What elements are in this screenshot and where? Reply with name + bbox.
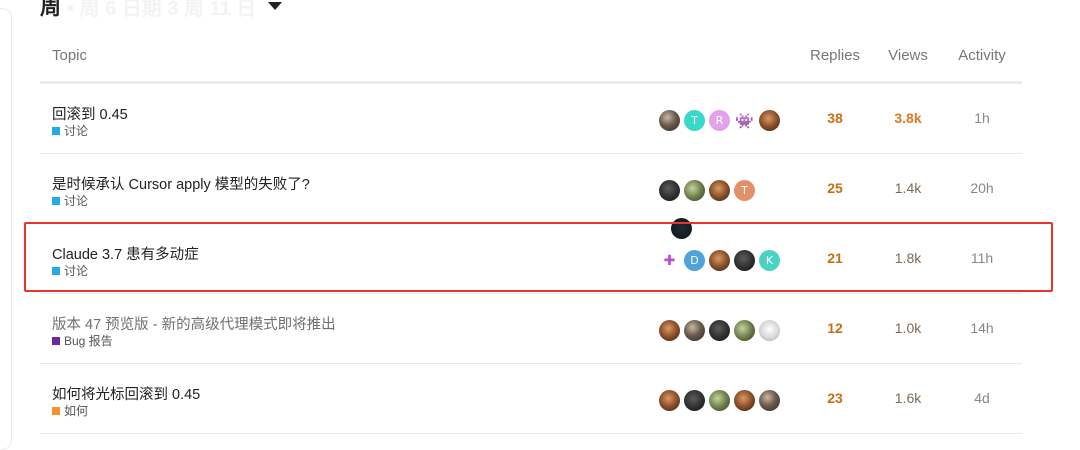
- column-views[interactable]: Views: [886, 47, 930, 64]
- photo-avatar-icon[interactable]: [659, 110, 680, 131]
- category-color-swatch: [52, 196, 60, 205]
- replies-count[interactable]: 38: [810, 110, 860, 126]
- poster-avatars: [659, 390, 780, 411]
- views-count: 1.8k: [894, 250, 922, 266]
- views-count: 1.6k: [894, 390, 922, 406]
- topic-row[interactable]: 如何将光标回滚到 0.45 如何 23 1.6k 4d: [40, 364, 1022, 434]
- views-count: 3.8k: [894, 110, 922, 126]
- topic-list: Topic Replies Views Activity 回滚到 0.45 讨论…: [40, 33, 1022, 434]
- topic-title-link[interactable]: 回滚到 0.45: [52, 103, 128, 124]
- topic-row[interactable]: 回滚到 0.45 讨论 T R 👾 38 3.8k 1h: [40, 84, 1022, 154]
- replies-count[interactable]: 23: [810, 390, 860, 406]
- category-name: 如何: [64, 404, 89, 418]
- topic-title-link[interactable]: 版本 47 预览版 - 新的高级代理模式即将推出: [52, 313, 336, 334]
- photo-avatar-icon[interactable]: [759, 110, 780, 131]
- views-count: 1.4k: [894, 180, 922, 196]
- photo-avatar-icon[interactable]: [709, 180, 730, 201]
- category-badge[interactable]: Bug 报告: [52, 332, 113, 349]
- activity-time[interactable]: 14h: [953, 320, 1011, 336]
- letter-avatar-icon[interactable]: T: [684, 110, 705, 131]
- letter-avatar-icon[interactable]: T: [734, 180, 755, 201]
- letter-avatar-icon[interactable]: D: [684, 250, 705, 271]
- category-color-swatch: [52, 266, 60, 275]
- category-color-swatch: [52, 126, 60, 135]
- pixel-avatar-icon[interactable]: ✚: [659, 250, 680, 271]
- column-activity[interactable]: Activity: [953, 47, 1011, 64]
- invader-avatar-icon[interactable]: 👾: [734, 110, 755, 131]
- poster-avatars: ✚ D K: [659, 250, 780, 271]
- activity-time[interactable]: 4d: [953, 390, 1011, 406]
- column-replies[interactable]: Replies: [810, 47, 860, 64]
- category-badge[interactable]: 讨论: [52, 192, 88, 209]
- replies-count[interactable]: 21: [810, 250, 860, 266]
- topic-row[interactable]: 是时候承认 Cursor apply 模型的失败了? 讨论 T 25 1.4k …: [40, 154, 1022, 239]
- category-name: 讨论: [64, 124, 89, 138]
- activity-time[interactable]: 20h: [953, 180, 1011, 196]
- category-badge[interactable]: 讨论: [52, 122, 88, 139]
- topic-title-link[interactable]: Claude 3.7 患有多动症: [52, 243, 199, 264]
- category-name: 讨论: [64, 264, 89, 278]
- photo-avatar-icon[interactable]: [709, 390, 730, 411]
- photo-avatar-icon[interactable]: [684, 390, 705, 411]
- page-title: 周: [40, 0, 61, 19]
- letter-avatar-icon[interactable]: R: [709, 110, 730, 131]
- poster-avatars: [659, 320, 780, 341]
- column-topic[interactable]: Topic: [52, 47, 87, 64]
- topic-list-header: Topic Replies Views Activity: [40, 33, 1022, 84]
- topic-title-link[interactable]: 是时候承认 Cursor apply 模型的失败了?: [52, 173, 310, 194]
- photo-avatar-icon[interactable]: [759, 320, 780, 341]
- sidebar-panel: [0, 8, 12, 450]
- category-color-swatch: [52, 336, 60, 345]
- period-selector[interactable]: 周 • 周 6 日期 3 周 11 日: [40, 0, 283, 22]
- topic-row[interactable]: 版本 47 预览版 - 新的高级代理模式即将推出 Bug 报告 12 1.0k …: [40, 294, 1022, 364]
- poster-avatars: T R 👾: [659, 110, 780, 131]
- letter-avatar-icon[interactable]: K: [759, 250, 780, 271]
- category-name: Bug 报告: [64, 334, 113, 348]
- photo-avatar-icon[interactable]: [684, 180, 705, 201]
- photo-avatar-icon[interactable]: [709, 250, 730, 271]
- photo-avatar-icon[interactable]: [659, 320, 680, 341]
- category-badge[interactable]: 如何: [52, 402, 88, 419]
- photo-avatar-icon[interactable]: [734, 250, 755, 271]
- activity-time[interactable]: 1h: [953, 110, 1011, 126]
- replies-count[interactable]: 12: [810, 320, 860, 336]
- replies-count[interactable]: 25: [810, 180, 860, 196]
- photo-avatar-icon[interactable]: [684, 320, 705, 341]
- caret-down-icon[interactable]: [268, 2, 283, 10]
- topic-row[interactable]: Claude 3.7 患有多动症 讨论 ✚ D K 21 1.8k 11h: [40, 224, 1022, 294]
- photo-avatar-icon[interactable]: [734, 320, 755, 341]
- category-badge[interactable]: 讨论: [52, 262, 88, 279]
- views-count: 1.0k: [894, 320, 922, 336]
- poster-avatars: T: [659, 180, 755, 239]
- photo-avatar-icon[interactable]: [659, 390, 680, 411]
- photo-avatar-icon[interactable]: [759, 390, 780, 411]
- category-color-swatch: [52, 406, 60, 415]
- period-subtitle: • 周 6 日期 3 周 11 日: [67, 0, 257, 20]
- category-name: 讨论: [64, 194, 89, 208]
- photo-avatar-icon[interactable]: [659, 180, 680, 201]
- photo-avatar-icon[interactable]: [709, 320, 730, 341]
- topic-title-link[interactable]: 如何将光标回滚到 0.45: [52, 383, 200, 404]
- activity-time[interactable]: 11h: [953, 250, 1011, 266]
- photo-avatar-icon[interactable]: [734, 390, 755, 411]
